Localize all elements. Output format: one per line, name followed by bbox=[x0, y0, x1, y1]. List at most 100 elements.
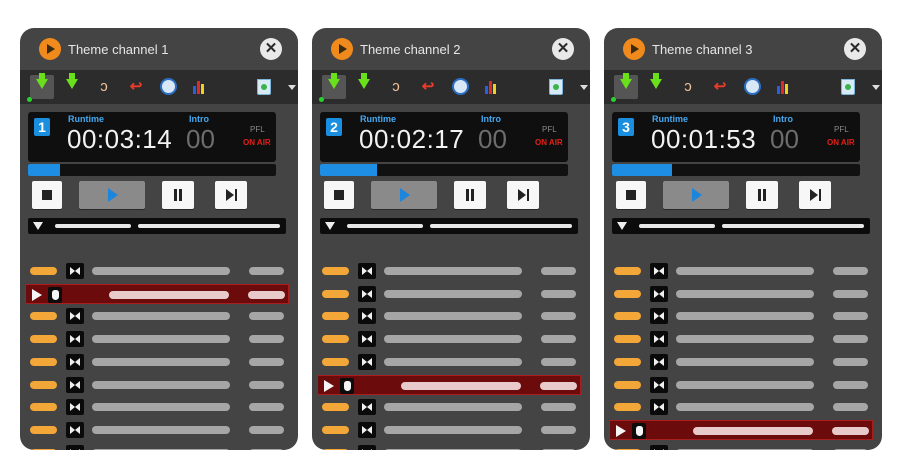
play-button[interactable] bbox=[371, 181, 437, 209]
playlist-row[interactable] bbox=[28, 352, 286, 372]
playlist-row[interactable] bbox=[28, 443, 286, 450]
dropdown-arrow-icon[interactable] bbox=[872, 85, 880, 90]
hand-icon[interactable] bbox=[340, 378, 354, 394]
playlist-row[interactable] bbox=[28, 420, 286, 440]
collapse-triangle-icon[interactable] bbox=[617, 222, 627, 230]
playlist-row[interactable] bbox=[612, 261, 870, 281]
download-icon[interactable] bbox=[352, 73, 376, 99]
transition-icon[interactable] bbox=[66, 263, 84, 279]
stop-button[interactable] bbox=[324, 181, 354, 209]
playlist-row[interactable] bbox=[28, 261, 286, 281]
ear-icon[interactable]: ↄ bbox=[92, 75, 116, 99]
playback-progress[interactable] bbox=[28, 164, 276, 176]
undo-icon[interactable]: ↩ bbox=[416, 75, 440, 99]
playlist-row[interactable] bbox=[320, 443, 578, 450]
playlist-header[interactable] bbox=[28, 218, 286, 234]
transition-icon[interactable] bbox=[358, 354, 376, 370]
transition-icon[interactable] bbox=[650, 399, 668, 415]
dropdown-arrow-icon[interactable] bbox=[580, 85, 588, 90]
transition-icon[interactable] bbox=[66, 377, 84, 393]
download-icon[interactable] bbox=[60, 73, 84, 99]
transition-icon[interactable] bbox=[650, 331, 668, 347]
playlist-row-playing[interactable] bbox=[25, 284, 289, 304]
pfl-indicator[interactable]: PFL bbox=[250, 125, 265, 134]
next-button[interactable] bbox=[215, 181, 247, 209]
playlist-row[interactable] bbox=[320, 397, 578, 417]
pause-button[interactable] bbox=[746, 181, 778, 209]
download-icon[interactable] bbox=[644, 73, 668, 99]
playlist-row[interactable] bbox=[612, 306, 870, 326]
transition-icon[interactable] bbox=[66, 331, 84, 347]
transition-icon[interactable] bbox=[358, 286, 376, 302]
playlist-row[interactable] bbox=[28, 375, 286, 395]
load-down-icon[interactable] bbox=[611, 73, 638, 102]
ear-icon[interactable]: ↄ bbox=[384, 75, 408, 99]
transition-icon[interactable] bbox=[66, 399, 84, 415]
ear-icon[interactable]: ↄ bbox=[676, 75, 700, 99]
level-bars-icon[interactable] bbox=[480, 75, 504, 99]
level-bars-icon[interactable] bbox=[772, 75, 796, 99]
transition-icon[interactable] bbox=[358, 331, 376, 347]
playlist-row[interactable] bbox=[612, 397, 870, 417]
playlist-row[interactable] bbox=[320, 261, 578, 281]
trash-icon[interactable] bbox=[836, 75, 860, 99]
transition-icon[interactable] bbox=[358, 263, 376, 279]
transition-icon[interactable] bbox=[650, 263, 668, 279]
collapse-triangle-icon[interactable] bbox=[33, 222, 43, 230]
transition-icon[interactable] bbox=[66, 422, 84, 438]
level-bars-icon[interactable] bbox=[188, 75, 212, 99]
playlist-row-playing[interactable] bbox=[317, 375, 581, 395]
transition-icon[interactable] bbox=[358, 399, 376, 415]
transition-icon[interactable] bbox=[358, 422, 376, 438]
trash-icon[interactable] bbox=[252, 75, 276, 99]
hand-icon[interactable] bbox=[48, 287, 62, 303]
panel-titlebar[interactable]: Theme channel 1 ✕ bbox=[20, 28, 298, 70]
clock-icon[interactable] bbox=[740, 75, 764, 99]
dropdown-arrow-icon[interactable] bbox=[288, 85, 296, 90]
transition-icon[interactable] bbox=[358, 308, 376, 324]
close-button[interactable]: ✕ bbox=[552, 38, 574, 60]
transition-icon[interactable] bbox=[650, 445, 668, 450]
clock-icon[interactable] bbox=[448, 75, 472, 99]
close-button[interactable]: ✕ bbox=[260, 38, 282, 60]
undo-icon[interactable]: ↩ bbox=[708, 75, 732, 99]
playlist-row[interactable] bbox=[320, 329, 578, 349]
clock-icon[interactable] bbox=[156, 75, 180, 99]
panel-titlebar[interactable]: Theme channel 3 ✕ bbox=[604, 28, 882, 70]
transition-icon[interactable] bbox=[650, 286, 668, 302]
playlist-row[interactable] bbox=[320, 284, 578, 304]
playlist-row[interactable] bbox=[612, 352, 870, 372]
pause-button[interactable] bbox=[162, 181, 194, 209]
playlist-row[interactable] bbox=[28, 329, 286, 349]
transition-icon[interactable] bbox=[650, 354, 668, 370]
transition-icon[interactable] bbox=[66, 445, 84, 450]
playlist-row[interactable] bbox=[320, 352, 578, 372]
playlist-row[interactable] bbox=[612, 375, 870, 395]
playlist-row[interactable] bbox=[28, 306, 286, 326]
play-button[interactable] bbox=[663, 181, 729, 209]
load-down-icon[interactable] bbox=[27, 73, 54, 102]
playlist-row[interactable] bbox=[612, 329, 870, 349]
transition-icon[interactable] bbox=[66, 308, 84, 324]
hand-icon[interactable] bbox=[632, 423, 646, 439]
playlist-header[interactable] bbox=[320, 218, 578, 234]
stop-button[interactable] bbox=[616, 181, 646, 209]
next-button[interactable] bbox=[799, 181, 831, 209]
pfl-indicator[interactable]: PFL bbox=[834, 125, 849, 134]
undo-icon[interactable]: ↩ bbox=[124, 75, 148, 99]
playlist-row[interactable] bbox=[612, 284, 870, 304]
playlist-row-playing[interactable] bbox=[609, 420, 873, 440]
next-button[interactable] bbox=[507, 181, 539, 209]
load-down-icon[interactable] bbox=[319, 73, 346, 102]
playlist-header[interactable] bbox=[612, 218, 870, 234]
playlist-row[interactable] bbox=[28, 397, 286, 417]
collapse-triangle-icon[interactable] bbox=[325, 222, 335, 230]
playlist-row[interactable] bbox=[612, 443, 870, 450]
panel-titlebar[interactable]: Theme channel 2 ✕ bbox=[312, 28, 590, 70]
transition-icon[interactable] bbox=[650, 377, 668, 393]
transition-icon[interactable] bbox=[650, 308, 668, 324]
transition-icon[interactable] bbox=[358, 445, 376, 450]
transition-icon[interactable] bbox=[66, 354, 84, 370]
pfl-indicator[interactable]: PFL bbox=[542, 125, 557, 134]
trash-icon[interactable] bbox=[544, 75, 568, 99]
